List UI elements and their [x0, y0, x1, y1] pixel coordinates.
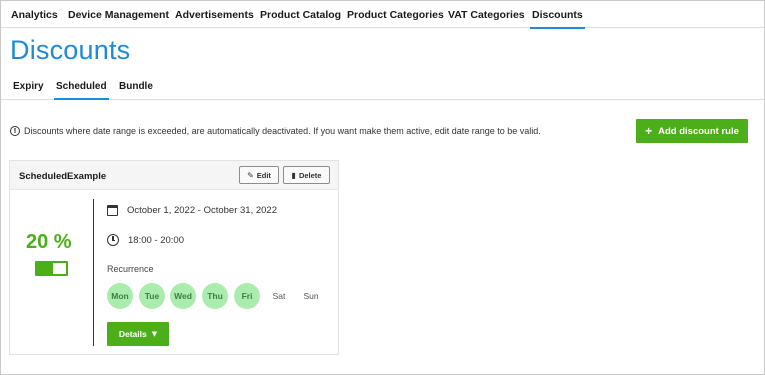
info-circle-icon: !: [10, 126, 20, 136]
tab-product-categories[interactable]: Product Categories: [347, 9, 444, 21]
info-text: Discounts where date range is exceeded, …: [24, 126, 541, 136]
add-discount-rule-label: Add discount rule: [658, 125, 739, 137]
day-sat[interactable]: Sat: [266, 283, 292, 309]
add-discount-rule-button[interactable]: + Add discount rule: [636, 119, 748, 143]
delete-label: Delete: [298, 170, 322, 180]
tab-discounts[interactable]: Discounts: [530, 9, 585, 29]
clock-icon: [107, 234, 119, 246]
time-range-text: 18:00 - 20:00: [128, 234, 184, 246]
trash-icon: ▮: [291, 170, 296, 180]
discount-card: ScheduledExample ✎ Edit ▮ Delete 20 % Oc…: [9, 160, 339, 355]
day-sun[interactable]: Sun: [298, 283, 324, 309]
calendar-icon: [107, 205, 118, 216]
info-message: ! Discounts where date range is exceeded…: [10, 125, 541, 137]
tab-product-catalog[interactable]: Product Catalog: [260, 9, 341, 21]
top-navigation: Analytics Device Management Advertisemen…: [1, 1, 764, 29]
tab-advertisements[interactable]: Advertisements: [175, 9, 254, 21]
discount-title: ScheduledExample: [19, 171, 107, 182]
time-range-row: 18:00 - 20:00: [107, 234, 184, 246]
details-button[interactable]: Details ▼: [107, 322, 169, 346]
date-range-text: October 1, 2022 - October 31, 2022: [127, 205, 277, 216]
sub-navigation: Expiry Scheduled Bundle: [1, 73, 764, 100]
toggle-knob: [53, 263, 66, 274]
tab-expiry[interactable]: Expiry: [13, 81, 44, 92]
tab-analytics[interactable]: Analytics: [11, 9, 58, 21]
recurrence-days: Mon Tue Wed Thu Fri Sat Sun: [107, 283, 337, 309]
details-label: Details: [118, 329, 147, 339]
divider: [93, 199, 94, 346]
date-range-row: October 1, 2022 - October 31, 2022: [107, 205, 277, 216]
day-mon[interactable]: Mon: [107, 283, 133, 309]
tab-vat-categories[interactable]: VAT Categories: [448, 9, 525, 21]
tab-scheduled[interactable]: Scheduled: [54, 81, 109, 100]
enabled-toggle[interactable]: [35, 261, 68, 276]
delete-button[interactable]: ▮ Delete: [283, 166, 330, 184]
plus-icon: +: [645, 124, 653, 138]
discount-percent: 20 %: [26, 231, 72, 253]
day-wed[interactable]: Wed: [170, 283, 196, 309]
day-fri[interactable]: Fri: [234, 283, 260, 309]
day-tue[interactable]: Tue: [139, 283, 165, 309]
page-title: Discounts: [10, 35, 131, 65]
recurrence-label: Recurrence: [107, 264, 154, 274]
pencil-icon: ✎: [247, 170, 254, 180]
tab-bundle[interactable]: Bundle: [119, 81, 153, 92]
day-thu[interactable]: Thu: [202, 283, 228, 309]
edit-label: Edit: [256, 170, 271, 180]
caret-down-icon: ▼: [151, 330, 158, 338]
app-frame: Analytics Device Management Advertisemen…: [0, 0, 765, 375]
card-header: ScheduledExample ✎ Edit ▮ Delete: [10, 161, 338, 190]
tab-device-management[interactable]: Device Management: [68, 9, 169, 21]
edit-button[interactable]: ✎ Edit: [239, 166, 279, 184]
